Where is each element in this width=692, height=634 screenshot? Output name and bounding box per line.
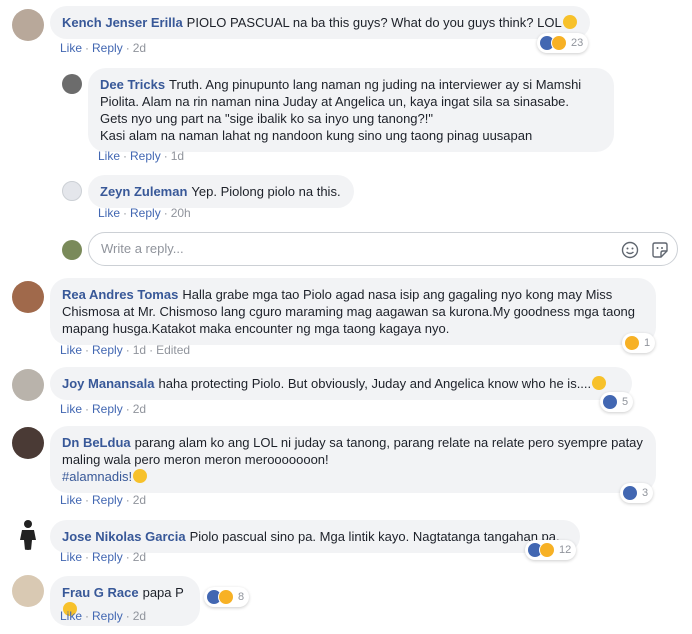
reaction-count: 8 xyxy=(238,591,245,603)
reaction-count: 12 xyxy=(559,544,572,556)
timestamp[interactable]: 2d xyxy=(133,41,146,55)
timestamp[interactable]: 2d xyxy=(133,493,146,507)
like-button[interactable]: Like xyxy=(60,493,82,507)
silhouette-icon xyxy=(20,520,36,550)
timestamp[interactable]: 1d xyxy=(133,343,146,357)
haha-reaction-icon xyxy=(539,542,555,558)
avatar[interactable] xyxy=(12,427,44,459)
comment-text: haha protecting Piolo. But obviously, Ju… xyxy=(158,376,592,391)
comment-actions: Like · Reply · 1d · Edited xyxy=(60,343,191,357)
comment-author[interactable]: Joy Manansala xyxy=(62,376,155,391)
comment-actions: Like · Reply · 20h xyxy=(98,206,191,220)
comment-actions: Like · Reply · 2d xyxy=(60,550,147,564)
comment-bubble: Dee Tricks Truth. Ang pinupunto lang nama… xyxy=(88,68,614,152)
edited-label[interactable]: Edited xyxy=(156,343,190,357)
like-reaction-icon xyxy=(622,485,638,501)
reaction-count: 23 xyxy=(571,37,584,49)
reaction-summary[interactable]: 1 xyxy=(622,333,656,353)
comment-author[interactable]: Dn BeLdua xyxy=(62,435,131,450)
reaction-count: 1 xyxy=(644,337,651,349)
comment-author[interactable]: Zeyn Zuleman xyxy=(100,184,187,199)
reply-button[interactable]: Reply xyxy=(92,609,123,623)
haha-reaction-icon xyxy=(218,589,234,605)
hashtag-link[interactable]: #alamnadis! xyxy=(62,469,132,484)
comment-actions: Like · Reply · 2d xyxy=(60,402,147,416)
comment-author[interactable]: Frau G Race xyxy=(62,585,139,600)
like-button[interactable]: Like xyxy=(60,41,82,55)
like-button[interactable]: Like xyxy=(60,609,82,623)
reply-button[interactable]: Reply xyxy=(92,343,123,357)
timestamp[interactable]: 20h xyxy=(171,206,191,220)
reply-button[interactable]: Reply xyxy=(92,493,123,507)
comment-text: parang alam ko ang LOL ni juday sa tanon… xyxy=(62,435,643,467)
comment-actions: Like · Reply · 2d xyxy=(60,41,147,55)
reaction-count: 5 xyxy=(622,396,629,408)
comment-author[interactable]: Kench Jenser Erilla xyxy=(62,15,183,30)
timestamp[interactable]: 2d xyxy=(133,609,146,623)
haha-reaction-icon xyxy=(551,35,567,51)
emoji-icon[interactable] xyxy=(621,241,639,259)
comment-author[interactable]: Jose Nikolas Garcia xyxy=(62,529,186,544)
like-button[interactable]: Like xyxy=(98,149,120,163)
reply-button[interactable]: Reply xyxy=(92,41,123,55)
reply-input[interactable] xyxy=(101,241,581,256)
reply-composer[interactable] xyxy=(88,232,678,266)
timestamp[interactable]: 2d xyxy=(133,550,146,564)
comment-bubble: Kench Jenser Erilla PIOLO PASCUAL na ba t… xyxy=(50,6,590,39)
reply-button[interactable]: Reply xyxy=(130,149,161,163)
reaction-summary[interactable]: 12 xyxy=(525,540,577,560)
sticker-icon[interactable] xyxy=(651,241,669,259)
reaction-summary[interactable]: 3 xyxy=(620,483,654,503)
reply-button[interactable]: Reply xyxy=(92,402,123,416)
comment-text: PIOLO PASCUAL na ba this guys? What do y… xyxy=(186,15,562,30)
comment-actions: Like · Reply · 1d xyxy=(98,149,185,163)
comment-bubble: Jose Nikolas Garcia Piolo pascual sino pa… xyxy=(50,520,580,553)
comment-bubble: Rea Andres Tomas Halla grabe mga tao Piol… xyxy=(50,278,656,345)
comment-text: Truth. Ang pinupunto lang naman ng judin… xyxy=(100,77,582,143)
reaction-summary[interactable]: 5 xyxy=(600,392,634,412)
comment-actions: Like · Reply · 2d xyxy=(60,609,147,623)
reply-button[interactable]: Reply xyxy=(130,206,161,220)
comment-bubble: Joy Manansala haha protecting Piolo. But … xyxy=(50,367,632,400)
reaction-summary[interactable]: 23 xyxy=(537,33,589,53)
comment-bubble: Zeyn Zuleman Yep. Piolong piolo na this. xyxy=(88,175,354,208)
avatar[interactable] xyxy=(62,181,82,201)
haha-reaction-icon xyxy=(624,335,640,351)
comment-bubble: Dn BeLdua parang alam ko ang LOL ni juday… xyxy=(50,426,656,493)
laughing-emoji-icon xyxy=(133,469,148,483)
avatar[interactable] xyxy=(12,575,44,607)
timestamp[interactable]: 1d xyxy=(171,149,184,163)
avatar[interactable] xyxy=(12,281,44,313)
comment-author[interactable]: Dee Tricks xyxy=(100,77,165,92)
avatar[interactable] xyxy=(62,74,82,94)
reaction-summary[interactable]: 8 xyxy=(204,587,250,607)
like-button[interactable]: Like xyxy=(98,206,120,220)
timestamp[interactable]: 2d xyxy=(133,402,146,416)
comment-author[interactable]: Rea Andres Tomas xyxy=(62,287,178,302)
like-reaction-icon xyxy=(602,394,618,410)
comment-text: Piolo pascual sino pa. Mga lintik kayo. … xyxy=(189,529,560,544)
avatar[interactable] xyxy=(12,369,44,401)
comment-text: Yep. Piolong piolo na this. xyxy=(191,184,341,199)
avatar[interactable] xyxy=(12,518,44,550)
laughing-emoji-icon xyxy=(562,15,577,29)
avatar xyxy=(62,240,82,260)
avatar[interactable] xyxy=(12,9,44,41)
like-button[interactable]: Like xyxy=(60,343,82,357)
reply-button[interactable]: Reply xyxy=(92,550,123,564)
like-button[interactable]: Like xyxy=(60,550,82,564)
reaction-count: 3 xyxy=(642,487,649,499)
comment-actions: Like · Reply · 2d xyxy=(60,493,147,507)
comment-text: papa P xyxy=(142,585,184,600)
laughing-emoji-icon xyxy=(592,376,607,390)
like-button[interactable]: Like xyxy=(60,402,82,416)
